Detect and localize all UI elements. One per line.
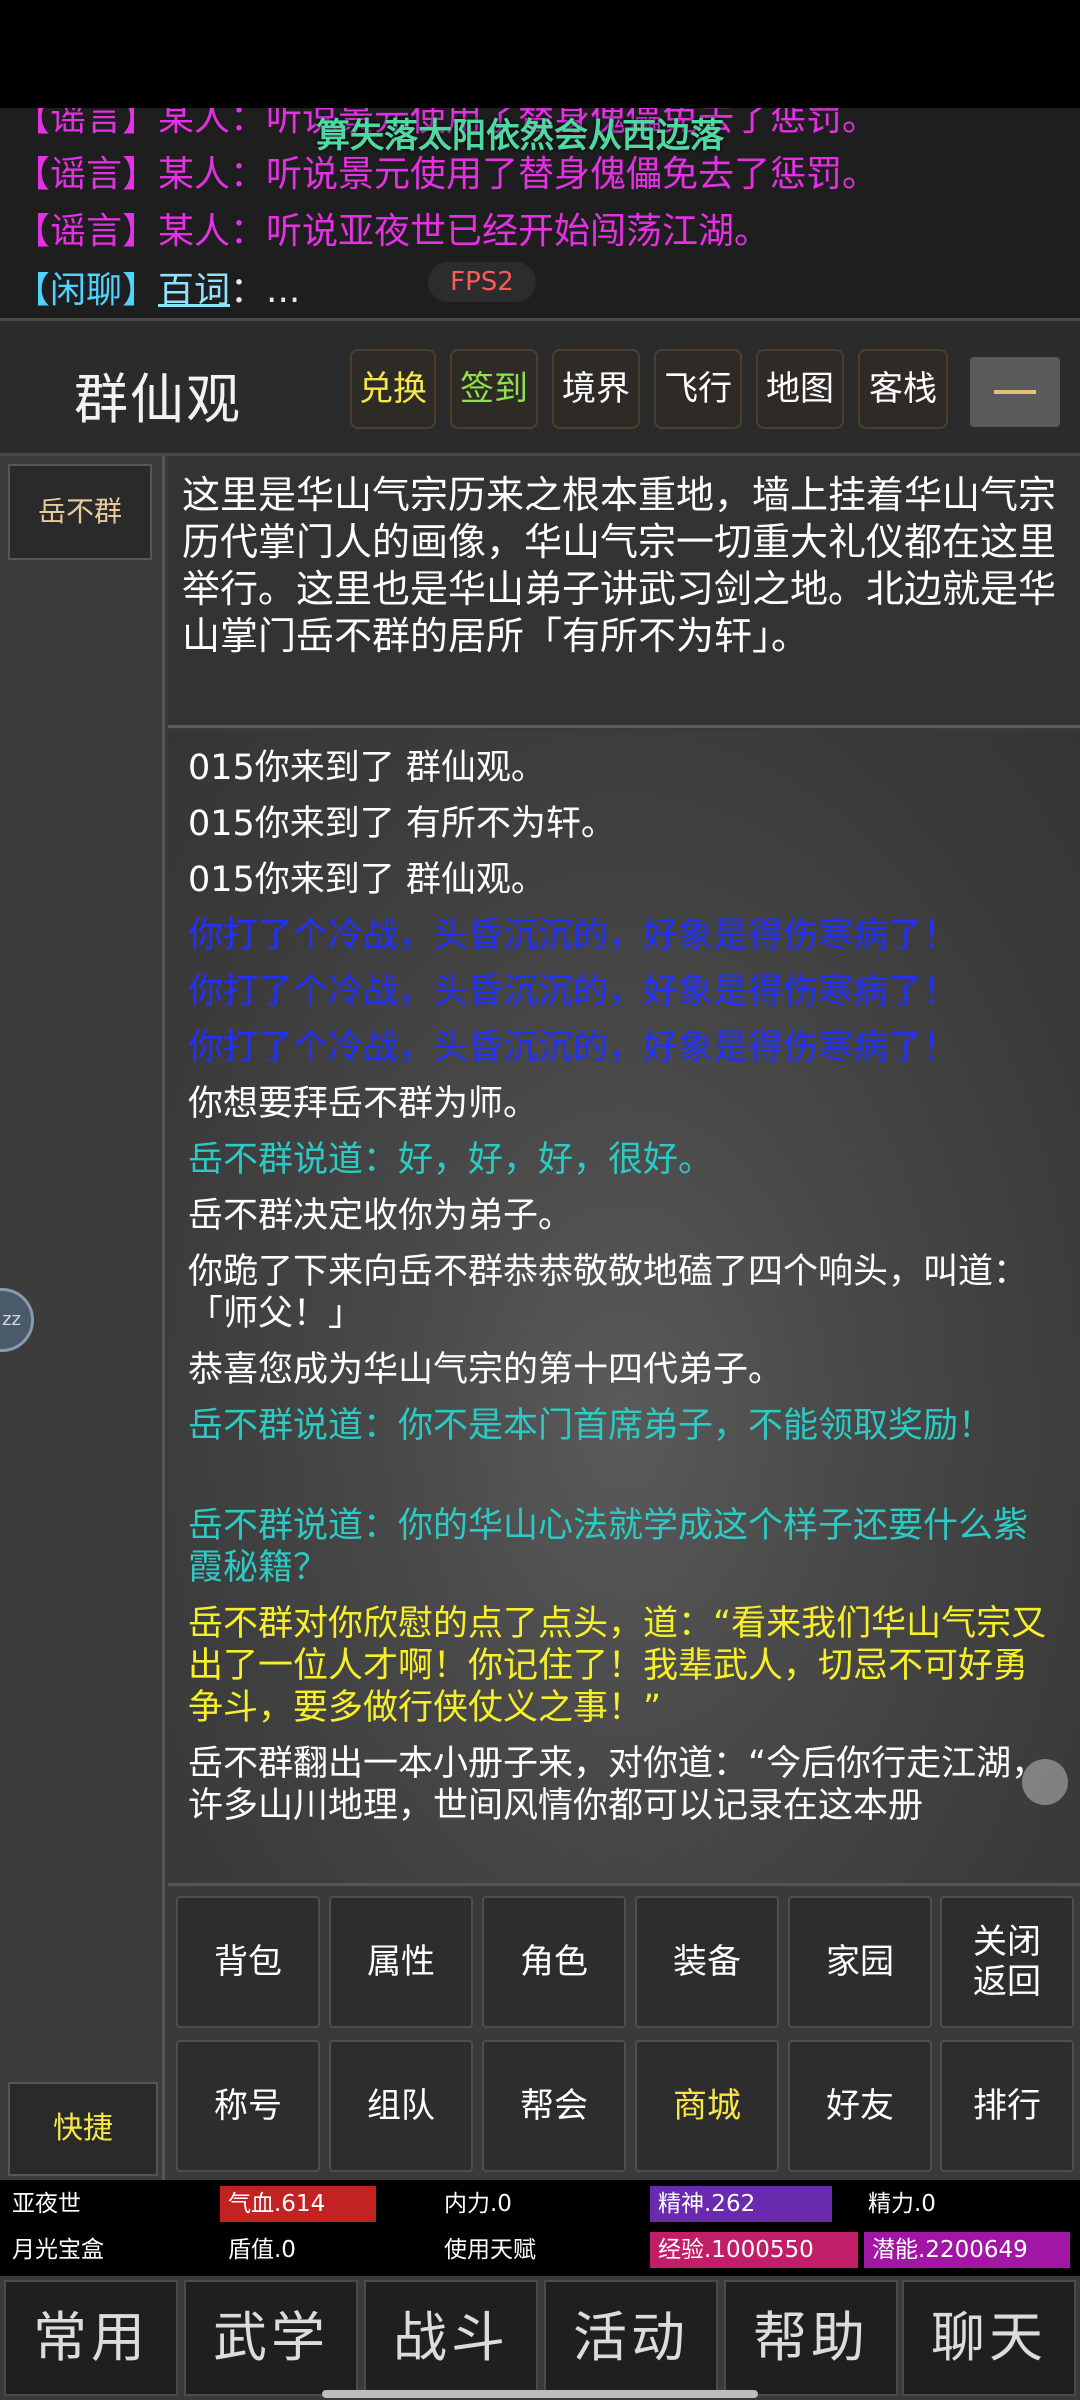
- room-description-panel: 这里是华山气宗历来之根本重地，墙上挂着华山气宗历代掌门人的画像，华山气宗一切重大…: [168, 456, 1080, 728]
- log-message: 015你来到了 有所不为轩。: [188, 804, 616, 844]
- log-message: 岳不群决定收你为弟子。: [188, 1196, 574, 1236]
- homestead-button[interactable]: 家园: [788, 1896, 932, 2028]
- player-stats-bar: 亚夜世 气血.614 内力.0 精神.262 精力.0 月光宝盒 盾值.0 使用…: [0, 2180, 1080, 2276]
- log-message: 015你来到了 群仙观。: [188, 860, 546, 900]
- sleep-icon[interactable]: zz: [0, 1288, 34, 1352]
- bottom-navigation: 常用 武学 战斗 活动 帮助 聊天: [0, 2276, 1080, 2400]
- settings-icon[interactable]: [1022, 1759, 1068, 1805]
- message-log[interactable]: 015你来到了 群仙观。 015你来到了 有所不为轩。 015你来到了 群仙观。…: [168, 731, 1080, 1883]
- energy-stat: 精力.0: [868, 2191, 936, 2217]
- log-message: 015你来到了 群仙观。: [188, 748, 546, 788]
- use-talent-button[interactable]: 使用天赋: [436, 2232, 536, 2268]
- log-message: 你打了个冷战，头昏沉沉的，好象是得伤寒病了！: [188, 1028, 959, 1068]
- checkin-label: 签到: [460, 369, 528, 409]
- fly-label: 飞行: [664, 369, 732, 409]
- exchange-label: 兑换: [359, 369, 427, 409]
- quick-button[interactable]: 快捷: [8, 2082, 158, 2176]
- shop-button[interactable]: 商城: [635, 2040, 779, 2172]
- scrolling-announcement: 算失落太阳依然会从西边落: [316, 116, 724, 156]
- log-message: 恭喜您成为华山气宗的第十四代弟子。: [188, 1350, 784, 1390]
- checkin-button[interactable]: 签到: [450, 349, 538, 429]
- inn-label: 客栈: [869, 369, 937, 409]
- app-root: 【谣言】某人：听说景元使用了替身傀儡免去了惩罚。 【谣言】某人：听说景元使用了替…: [0, 0, 1080, 2400]
- realm-label: 境界: [562, 369, 630, 409]
- ranking-button[interactable]: 排行: [940, 2040, 1074, 2172]
- held-item: 月光宝盒: [12, 2237, 104, 2263]
- chat-line-idle: 【闲聊】百词：...: [14, 266, 300, 316]
- chat-message-text: ：...: [230, 270, 301, 311]
- home-indicator[interactable]: [322, 2390, 758, 2398]
- character-button[interactable]: 角色: [482, 1896, 626, 2028]
- exchange-button[interactable]: 兑换: [350, 349, 436, 429]
- log-message: 岳不群翻出一本小册子来，对你道：“今后你行走江湖，许多山川地理，世间风情你都可以…: [188, 1744, 1047, 1826]
- shield-stat: 盾值.0: [228, 2237, 296, 2263]
- spirit-bar: 精神.262: [650, 2186, 832, 2222]
- nav-help[interactable]: 帮助: [724, 2280, 898, 2396]
- map-button[interactable]: 地图: [756, 349, 844, 429]
- room-description: 这里是华山气宗历来之根本重地，墙上挂着华山气宗历代掌门人的画像，华山气宗一切重大…: [182, 473, 1057, 658]
- equipment-button[interactable]: 装备: [635, 1896, 779, 2028]
- room-title: 群仙观: [74, 368, 242, 431]
- friends-button[interactable]: 好友: [788, 2040, 932, 2172]
- log-message: 你想要拜岳不群为师。: [188, 1084, 539, 1124]
- log-message: 你跪了下来向岳不群恭恭敬敬地磕了四个响头，叫道：「师父！」: [188, 1252, 1029, 1334]
- exp-bar: 经验.1000550: [650, 2232, 858, 2268]
- npc-button-yue-buqun[interactable]: 岳不群: [8, 464, 152, 560]
- chat-channel-tag: 【闲聊】: [14, 270, 159, 311]
- collapse-button[interactable]: [970, 357, 1060, 427]
- close-return-button[interactable]: 关闭 返回: [940, 1896, 1074, 2028]
- log-message: 你打了个冷战，头昏沉沉的，好象是得伤寒病了！: [188, 916, 959, 956]
- fly-button[interactable]: 飞行: [654, 349, 742, 429]
- guild-button[interactable]: 帮会: [482, 2040, 626, 2172]
- room-header: 群仙观 兑换 签到 境界 飞行 地图 客栈: [0, 318, 1080, 456]
- log-spacer: [188, 1461, 1060, 1505]
- attributes-button[interactable]: 属性: [329, 1896, 473, 2028]
- log-message: 岳不群对你欣慰的点了点头，道：“看来我们华山气宗又出了一位人才啊！你记住了！我辈…: [188, 1604, 1047, 1728]
- status-bar: [0, 0, 1080, 108]
- nav-battle[interactable]: 战斗: [364, 2280, 538, 2396]
- log-message: 岳不群说道：好，好，好，很好。: [188, 1140, 714, 1180]
- nav-events[interactable]: 活动: [544, 2280, 718, 2396]
- hp-bar: 气血.614: [220, 2186, 376, 2222]
- nav-common[interactable]: 常用: [4, 2280, 178, 2396]
- team-button[interactable]: 组队: [329, 2040, 473, 2172]
- inn-button[interactable]: 客栈: [858, 349, 948, 429]
- nav-martial-arts[interactable]: 武学: [184, 2280, 358, 2396]
- nav-chat[interactable]: 聊天: [902, 2280, 1076, 2396]
- realm-button[interactable]: 境界: [552, 349, 640, 429]
- chat-username-link[interactable]: 百词: [158, 270, 230, 311]
- log-message: 岳不群说道：你不是本门首席弟子，不能领取奖励！: [188, 1406, 994, 1446]
- title-button[interactable]: 称号: [176, 2040, 320, 2172]
- chat-line-rumor: 【谣言】某人：听说亚夜世已经开始闯荡江湖。: [14, 211, 771, 252]
- chat-panel[interactable]: 【谣言】某人：听说景元使用了替身傀儡免去了惩罚。 【谣言】某人：听说景元使用了替…: [0, 108, 1080, 318]
- map-label: 地图: [766, 369, 834, 409]
- npc-sidebar: 岳不群 zz 快捷: [0, 456, 165, 2180]
- log-message: 岳不群说道：你的华山心法就学成这个样子还要什么紫霞秘籍？: [188, 1506, 1029, 1588]
- minus-icon: [994, 390, 1036, 394]
- fps-indicator: FPS2: [428, 262, 536, 302]
- player-name: 亚夜世: [12, 2191, 81, 2217]
- action-grid: 背包 属性 角色 装备 家园 关闭 返回 称号 组队 帮会 商城 好友 排行: [168, 1883, 1080, 2180]
- neili-stat: 内力.0: [444, 2191, 512, 2217]
- potential-bar: 潜能.2200649: [864, 2232, 1070, 2268]
- bag-button[interactable]: 背包: [176, 1896, 320, 2028]
- log-message: 你打了个冷战，头昏沉沉的，好象是得伤寒病了！: [188, 972, 959, 1012]
